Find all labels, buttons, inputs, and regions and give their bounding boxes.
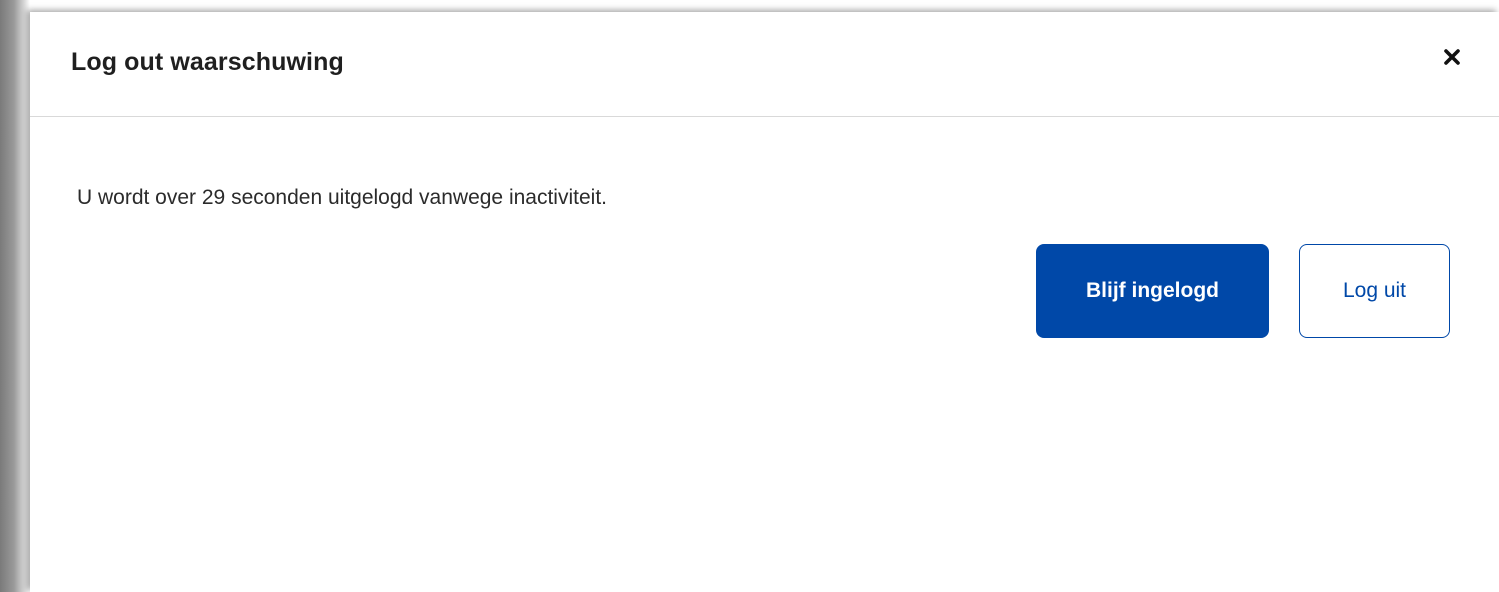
close-icon bbox=[1444, 49, 1460, 65]
dialog-header: Log out waarschuwing bbox=[30, 12, 1499, 117]
log-out-button[interactable]: Log uit bbox=[1299, 244, 1450, 338]
logout-warning-dialog: Log out waarschuwing U wordt over 29 sec… bbox=[30, 12, 1499, 592]
dialog-title: Log out waarschuwing bbox=[71, 48, 344, 76]
close-button[interactable] bbox=[1437, 42, 1467, 72]
inactivity-message: U wordt over 29 seconden uitgelogd vanwe… bbox=[77, 186, 607, 209]
dialog-body: U wordt over 29 seconden uitgelogd vanwe… bbox=[30, 117, 1499, 591]
stay-logged-in-button[interactable]: Blijf ingelogd bbox=[1036, 244, 1269, 338]
